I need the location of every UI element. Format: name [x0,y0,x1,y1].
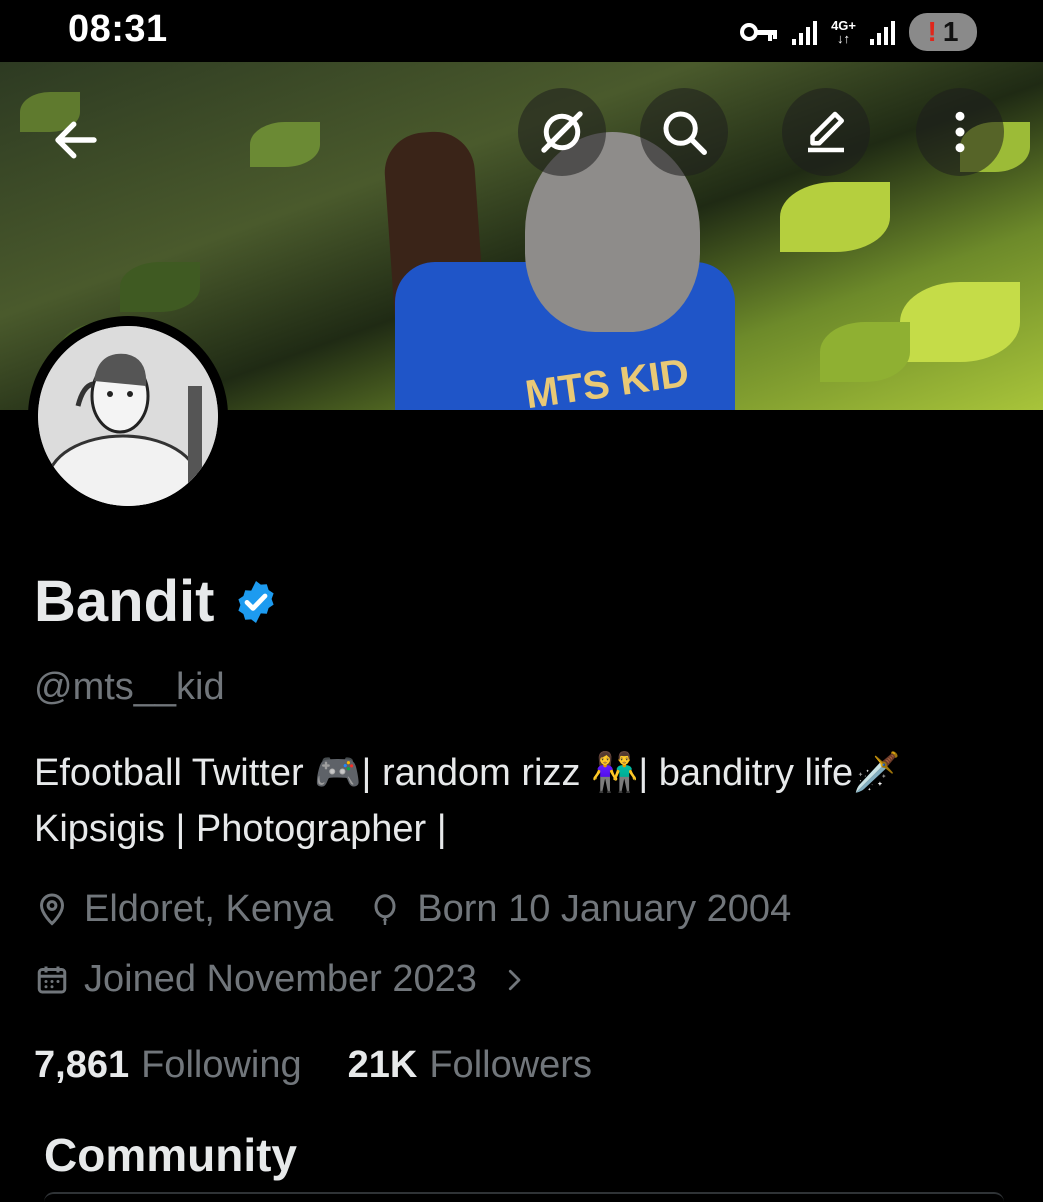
joined-row[interactable]: Joined November 2023 [34,958,529,1001]
profile-avatar[interactable] [28,316,228,516]
joined-item[interactable]: Joined November 2023 [34,958,477,1001]
community-card-top [44,1192,1004,1202]
followers-link[interactable]: 21K Followers [348,1044,592,1087]
followers-label: Followers [429,1044,592,1086]
profile-name: Bandit [34,569,215,634]
grok-icon [541,111,583,153]
balloon-icon [374,893,396,925]
avatar-image [38,326,218,506]
location-item: Eldoret, Kenya [34,888,333,931]
location-pin-icon [39,893,65,926]
verified-badge-icon[interactable] [232,578,280,626]
following-count: 7,861 [34,1044,130,1086]
status-icons: 4G+ ↓↑ ! 1 [740,12,977,52]
signal-icon-2 [870,19,895,45]
more-options-button[interactable] [916,88,1004,176]
edit-pencil-icon [808,111,844,153]
bio-line-1: Efootball Twitter 🎮| random rizz 👫| band… [34,752,901,794]
search-icon [663,111,707,155]
edit-button[interactable] [782,88,870,176]
chevron-right-icon[interactable] [499,962,529,998]
location-text: Eldoret, Kenya [84,888,334,930]
back-button[interactable] [32,96,120,184]
search-button[interactable] [640,88,728,176]
birthday-text: Born 10 January 2004 [417,888,792,930]
grok-button[interactable] [518,88,606,176]
profile-meta-row: Eldoret, Kenya Born 10 January 2004 [34,888,825,931]
profile-bio: Efootball Twitter 🎮| random rizz 👫| band… [34,745,1014,857]
network-type: 4G+ ↓↑ [831,18,856,46]
status-time: 08:31 [68,8,168,50]
signal-icon [792,19,818,45]
profile-name-row: Bandit [34,568,280,635]
vpn-key-icon [740,23,778,41]
bio-line-2: Kipsigis | Photographer | [34,808,447,850]
following-link[interactable]: 7,861 Following [34,1044,302,1087]
alert-icon: ! [927,16,937,47]
arrow-left-icon [55,121,97,159]
profile-handle: @mts__kid [34,666,225,708]
joined-text: Joined November 2023 [84,958,477,1000]
more-vertical-icon [955,111,965,153]
calendar-icon [37,966,67,993]
status-bar: 08:31 4G+ ↓↑ ! 1 [0,0,1043,62]
birthday-item: Born 10 January 2004 [367,888,791,931]
community-heading: Community [44,1129,297,1181]
notification-badge: ! 1 [909,13,977,51]
following-label: Following [141,1044,302,1086]
followers-count: 21K [347,1044,418,1086]
follow-stats: 7,861 Following 21K Followers [34,1044,592,1087]
